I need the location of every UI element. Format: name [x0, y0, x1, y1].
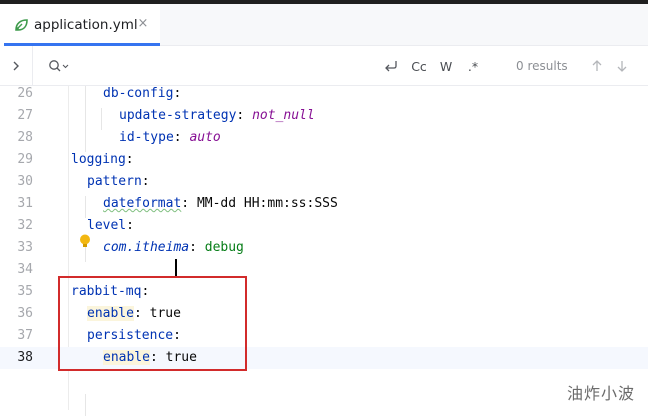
code-token: id-type	[119, 130, 174, 145]
watermark: 油炸小波	[567, 384, 636, 403]
code-text: db-config:	[103, 83, 181, 105]
line-number: 34	[17, 262, 33, 277]
code-token: :	[141, 174, 150, 189]
code-token: :	[189, 240, 205, 255]
code-line[interactable]: 30 pattern:	[0, 171, 648, 193]
code-token: db-config	[103, 86, 174, 101]
indent-guide	[85, 86, 86, 152]
line-number: 37	[17, 328, 33, 343]
regex-button[interactable]: .*	[462, 46, 484, 86]
code-token: dateformat	[103, 196, 182, 211]
line-number: 28	[17, 130, 33, 145]
code-text: id-type: auto	[119, 127, 221, 149]
line-number: 36	[17, 306, 33, 321]
tab-label: application.yml	[34, 17, 138, 33]
line-number: 31	[17, 196, 33, 211]
line-number: 32	[17, 218, 33, 233]
code-token: :	[126, 218, 134, 233]
code-text: pattern:	[87, 171, 150, 193]
code-token: not_null	[252, 108, 315, 123]
code-token: debug	[204, 240, 244, 255]
indent-guide	[85, 394, 86, 416]
code-text: update-strategy: not_null	[119, 105, 315, 127]
indent-guide	[85, 196, 86, 218]
code-token: :	[125, 152, 134, 167]
indent-guide	[101, 108, 102, 130]
code-token: pattern	[87, 174, 142, 189]
code-line[interactable]: 33 com.itheima: debug	[0, 237, 648, 259]
search-icon[interactable]	[48, 46, 70, 86]
code-text: level:	[87, 215, 134, 237]
editor-tab-bar: application.yml ×	[0, 4, 648, 46]
results-count: 0 results	[516, 59, 568, 73]
code-line[interactable]: 27 update-strategy: not_null	[0, 105, 648, 127]
code-line[interactable]: 29 logging:	[0, 149, 648, 171]
code-token: logging	[71, 152, 126, 167]
code-line[interactable]: 26 db-config:	[0, 83, 648, 105]
match-case-button[interactable]: Cc	[408, 46, 430, 86]
arrow-down-icon[interactable]	[614, 46, 630, 86]
expand-replace-icon[interactable]	[6, 46, 26, 86]
code-token: auto	[189, 130, 221, 145]
code-token: :	[181, 196, 197, 211]
line-number: 29	[17, 152, 33, 167]
code-token: :	[173, 130, 190, 145]
line-number: 35	[17, 284, 33, 299]
divider	[32, 46, 33, 86]
code-token: :	[173, 86, 182, 101]
line-number: 33	[17, 240, 33, 255]
code-token: level	[87, 218, 127, 233]
code-line[interactable]: 31 dateformat: MM-dd HH:mm:ss:SSS	[0, 193, 648, 215]
close-icon[interactable]: ×	[136, 17, 150, 31]
code-text: logging:	[71, 149, 134, 171]
code-token: MM-dd HH:mm:ss:SSS	[196, 196, 338, 211]
highlight-annotation-box	[58, 276, 247, 371]
code-token: :	[236, 108, 253, 123]
code-line[interactable]: 32 level:	[0, 215, 648, 237]
code-line[interactable]: 28 id-type: auto	[0, 127, 648, 149]
line-number: 27	[17, 108, 33, 123]
code-text: dateformat: MM-dd HH:mm:ss:SSS	[103, 193, 338, 215]
line-number: 30	[17, 174, 33, 189]
line-number: 26	[17, 86, 33, 101]
lightbulb-icon[interactable]	[79, 234, 91, 248]
code-text: com.itheima: debug	[103, 237, 244, 259]
code-token: update-strategy	[119, 108, 237, 123]
words-button[interactable]: W	[436, 46, 456, 86]
line-number: 38	[17, 350, 33, 365]
tab-application-yml[interactable]: application.yml ×	[0, 4, 160, 46]
find-bar: Cc W .* 0 results	[0, 46, 648, 86]
arrow-up-icon[interactable]	[589, 46, 605, 86]
new-line-icon[interactable]	[382, 46, 400, 86]
spring-leaf-icon	[15, 19, 28, 31]
code-token: com.itheima	[103, 240, 190, 255]
